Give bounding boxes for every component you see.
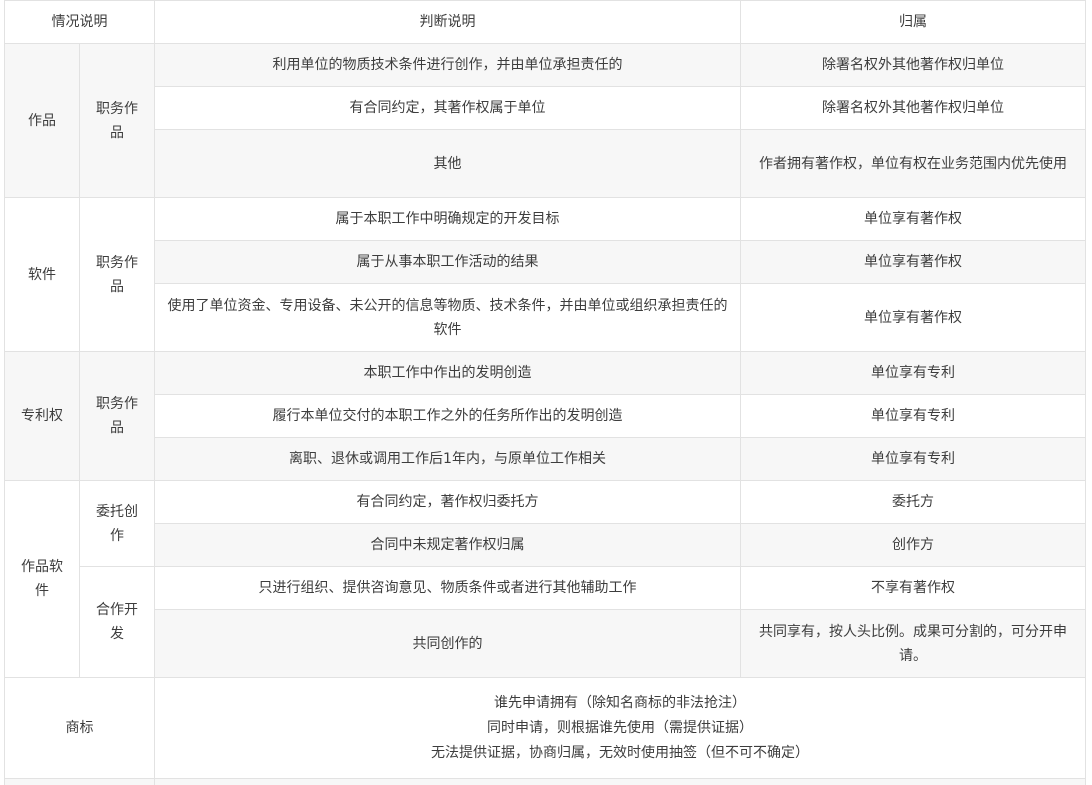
judgment-cell: 其他 [155,130,741,198]
owner-cell: 单位享有专利 [741,438,1086,481]
trademark-rules: 谁先申请拥有（除知名商标的非法抢注） 同时申请，则根据谁先使用（需提供证据） 无… [155,678,1086,779]
judgment-cell: 履行本单位交付的本职工作之外的任务所作出的发明创造 [155,395,741,438]
owner-cell: 作者拥有著作权，单位有权在业务范围内优先使用 [741,130,1086,198]
table-row: 共同创作的 共同享有，按人头比例。成果可分割的，可分开申请。 [5,610,1086,678]
table-row-partial [5,779,1086,785]
category-cell: 专利权 [5,352,80,481]
judgment-cell: 合同中未规定著作权归属 [155,524,741,567]
table-row: 其他 作者拥有著作权，单位有权在业务范围内优先使用 [5,130,1086,198]
judgment-cell: 有合同约定，著作权归委托方 [155,481,741,524]
judgment-cell: 属于本职工作中明确规定的开发目标 [155,198,741,241]
judgment-cell: 利用单位的物质技术条件进行创作，并由单位承担责任的 [155,44,741,87]
owner-cell: 单位享有著作权 [741,241,1086,284]
judgment-cell: 有合同约定，其著作权属于单位 [155,87,741,130]
subcategory-cell: 职务作品 [80,44,155,198]
table-row: 商标 谁先申请拥有（除知名商标的非法抢注） 同时申请，则根据谁先使用（需提供证据… [5,678,1086,779]
subcategory-cell: 职务作品 [80,198,155,352]
judgment-cell: 共同创作的 [155,610,741,678]
header-judgment: 判断说明 [155,1,741,44]
subcategory-cell: 委托创作 [80,481,155,567]
owner-cell: 共同享有，按人头比例。成果可分割的，可分开申请。 [741,610,1086,678]
owner-cell: 委托方 [741,481,1086,524]
table-row: 使用了单位资金、专用设备、未公开的信息等物质、技术条件，并由单位或组织承担责任的… [5,284,1086,352]
category-cell: 软件 [5,198,80,352]
partial-cell [155,779,1086,785]
owner-cell: 除署名权外其他著作权归单位 [741,87,1086,130]
table-row: 合同中未规定著作权归属 创作方 [5,524,1086,567]
owner-cell: 除署名权外其他著作权归单位 [741,44,1086,87]
category-cell: 作品 [5,44,80,198]
category-cell: 作品软件 [5,481,80,678]
category-cell: 商标 [5,678,155,779]
judgment-cell: 只进行组织、提供咨询意见、物质条件或者进行其他辅助工作 [155,567,741,610]
header-ownership: 归属 [741,1,1086,44]
owner-cell: 单位享有著作权 [741,284,1086,352]
trademark-rule-line: 无法提供证据，协商归属，无效时使用抽签（但不可不确定） [165,741,1075,766]
table-row: 有合同约定，其著作权属于单位 除署名权外其他著作权归单位 [5,87,1086,130]
owner-cell: 不享有著作权 [741,567,1086,610]
subcategory-cell: 合作开发 [80,567,155,678]
copyright-ownership-table: 情况说明 判断说明 归属 作品 职务作品 利用单位的物质技术条件进行创作，并由单… [4,0,1086,785]
owner-cell: 单位享有专利 [741,395,1086,438]
table-row: 合作开发 只进行组织、提供咨询意见、物质条件或者进行其他辅助工作 不享有著作权 [5,567,1086,610]
partial-cell [5,779,155,785]
judgment-cell: 属于从事本职工作活动的结果 [155,241,741,284]
owner-cell: 创作方 [741,524,1086,567]
table-row: 软件 职务作品 属于本职工作中明确规定的开发目标 单位享有著作权 [5,198,1086,241]
table-row: 作品 职务作品 利用单位的物质技术条件进行创作，并由单位承担责任的 除署名权外其… [5,44,1086,87]
header-situation: 情况说明 [5,1,155,44]
judgment-cell: 使用了单位资金、专用设备、未公开的信息等物质、技术条件，并由单位或组织承担责任的… [155,284,741,352]
table-row: 属于从事本职工作活动的结果 单位享有著作权 [5,241,1086,284]
header-row: 情况说明 判断说明 归属 [5,1,1086,44]
owner-cell: 单位享有专利 [741,352,1086,395]
trademark-rule-line: 谁先申请拥有（除知名商标的非法抢注） [165,691,1075,716]
table-row: 作品软件 委托创作 有合同约定，著作权归委托方 委托方 [5,481,1086,524]
owner-cell: 单位享有著作权 [741,198,1086,241]
table-row: 履行本单位交付的本职工作之外的任务所作出的发明创造 单位享有专利 [5,395,1086,438]
trademark-rule-line: 同时申请，则根据谁先使用（需提供证据） [165,716,1075,741]
judgment-cell: 离职、退休或调用工作后1年内，与原单位工作相关 [155,438,741,481]
table-row: 专利权 职务作品 本职工作中作出的发明创造 单位享有专利 [5,352,1086,395]
subcategory-cell: 职务作品 [80,352,155,481]
judgment-cell: 本职工作中作出的发明创造 [155,352,741,395]
table-row: 离职、退休或调用工作后1年内，与原单位工作相关 单位享有专利 [5,438,1086,481]
